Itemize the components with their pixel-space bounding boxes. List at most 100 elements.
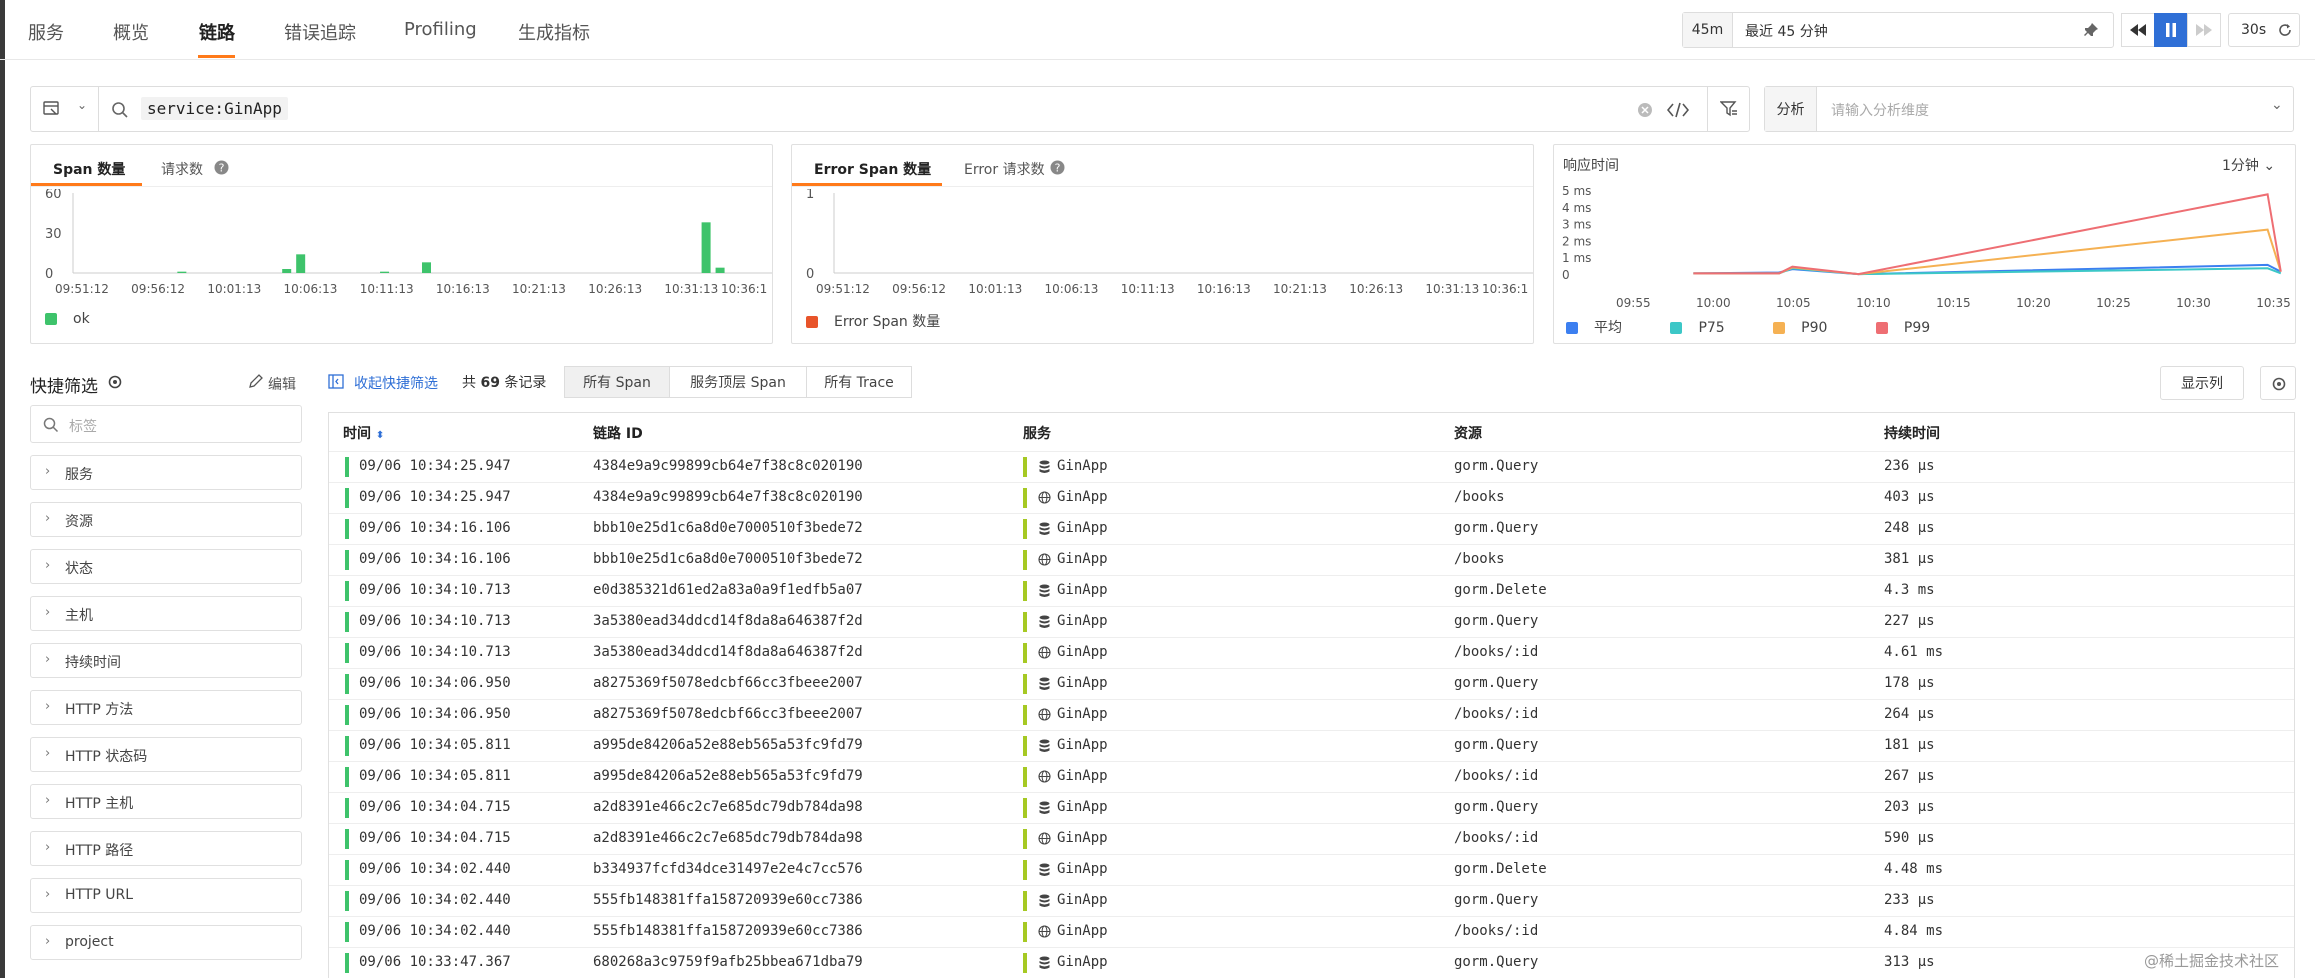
collapse-filters-button[interactable]: 收起快捷筛选 xyxy=(354,373,438,393)
table-row[interactable]: 09/06 10:34:16.106 bbb10e25d1c6a8d0e70005… xyxy=(329,544,2294,575)
tab-profiling[interactable]: Profiling xyxy=(404,19,477,40)
filter-item-duration[interactable]: › 持续时间 xyxy=(30,643,302,678)
table-row[interactable]: 09/06 10:34:10.713 3a5380ead34ddcd14f8da8… xyxy=(329,637,2294,668)
cell-service[interactable]: GinApp xyxy=(1057,675,1108,691)
segment-all-trace[interactable]: 所有 Trace xyxy=(806,366,912,398)
tab-error-tracking[interactable]: 错误追踪 xyxy=(284,19,356,45)
cell-trace-id[interactable]: 4384e9a9c99899cb64e7f38c8c020190 xyxy=(593,458,863,474)
filter-item-http-url[interactable]: › HTTP URL xyxy=(30,878,302,913)
cell-trace-id[interactable]: bbb10e25d1c6a8d0e7000510f3bede72 xyxy=(593,520,863,536)
table-row[interactable]: 09/06 10:34:05.811 a995de84206a52e88eb565… xyxy=(329,730,2294,761)
forward-button[interactable] xyxy=(2187,13,2221,47)
table-row[interactable]: 09/06 10:33:47.367 680268a3c9759f9afb25bb… xyxy=(329,947,2294,978)
cell-service[interactable]: GinApp xyxy=(1057,520,1108,536)
tab-span-count[interactable]: Span 数量 xyxy=(53,159,125,179)
filter-item-status[interactable]: › 状态 xyxy=(30,549,302,584)
chevron-down-icon[interactable]: ⌄ xyxy=(2271,97,2283,113)
table-row[interactable]: 09/06 10:34:10.713 3a5380ead34ddcd14f8da8… xyxy=(329,606,2294,637)
help-icon[interactable]: ? xyxy=(1050,160,1065,175)
show-columns-button[interactable]: 显示列 xyxy=(2160,366,2244,400)
pause-button[interactable] xyxy=(2154,13,2188,47)
time-range-picker[interactable]: 45m 最近 45 分钟 xyxy=(1682,12,2114,48)
cell-service[interactable]: GinApp xyxy=(1057,892,1108,908)
table-settings-button[interactable] xyxy=(2260,366,2296,400)
legend-item-p99[interactable]: P99 xyxy=(1875,320,1930,336)
filter-item-http-status[interactable]: › HTTP 状态码 xyxy=(30,737,302,772)
tab-error-request-count[interactable]: Error 请求数 xyxy=(964,159,1045,179)
code-icon[interactable] xyxy=(1667,101,1689,119)
tab-generate-metrics[interactable]: 生成指标 xyxy=(518,19,590,45)
tab-services[interactable]: 服务 xyxy=(28,19,64,45)
filter-item-host[interactable]: › 主机 xyxy=(30,596,302,631)
legend-item-error-span[interactable]: Error Span 数量 xyxy=(806,311,940,331)
cell-service[interactable]: GinApp xyxy=(1057,582,1108,598)
segment-all-span[interactable]: 所有 Span xyxy=(564,366,670,398)
cell-service[interactable]: GinApp xyxy=(1057,706,1108,722)
cell-service[interactable]: GinApp xyxy=(1057,458,1108,474)
cell-trace-id[interactable]: 680268a3c9759f9afb25bbea671dba79 xyxy=(593,954,863,970)
analysis-dimension-input[interactable]: 请输入分析维度 xyxy=(1831,100,1929,120)
column-header-service[interactable]: 服务 xyxy=(1023,423,1051,443)
query-mode-select[interactable]: ⌄ xyxy=(31,87,99,131)
table-row[interactable]: 09/06 10:34:16.106 bbb10e25d1c6a8d0e70005… xyxy=(329,513,2294,544)
table-row[interactable]: 09/06 10:34:02.440 555fb148381ffa15872093… xyxy=(329,916,2294,947)
cell-trace-id[interactable]: 555fb148381ffa158720939e60cc7386 xyxy=(593,892,863,908)
cell-service[interactable]: GinApp xyxy=(1057,613,1108,629)
cell-service[interactable]: GinApp xyxy=(1057,768,1108,784)
filter-item-http-host[interactable]: › HTTP 主机 xyxy=(30,784,302,819)
column-header-duration[interactable]: 持续时间 xyxy=(1884,423,1940,443)
table-row[interactable]: 09/06 10:34:25.947 4384e9a9c99899cb64e7f3… xyxy=(329,451,2294,482)
cell-trace-id[interactable]: bbb10e25d1c6a8d0e7000510f3bede72 xyxy=(593,551,863,567)
cell-service[interactable]: GinApp xyxy=(1057,923,1108,939)
table-row[interactable]: 09/06 10:34:10.713 e0d385321d61ed2a83a0a9… xyxy=(329,575,2294,606)
tab-overview[interactable]: 概览 xyxy=(113,19,149,45)
cell-service[interactable]: GinApp xyxy=(1057,861,1108,877)
tab-error-span-count[interactable]: Error Span 数量 xyxy=(814,159,931,179)
legend-item-p75[interactable]: P75 xyxy=(1670,320,1725,336)
rewind-button[interactable] xyxy=(2121,13,2155,47)
cell-trace-id[interactable]: a8275369f5078edcbf66cc3fbeee2007 xyxy=(593,675,863,691)
cell-service[interactable]: GinApp xyxy=(1057,644,1108,660)
filter-search-input[interactable]: 标签 xyxy=(30,405,302,443)
table-row[interactable]: 09/06 10:34:25.947 4384e9a9c99899cb64e7f3… xyxy=(329,482,2294,513)
tab-request-count[interactable]: 请求数 xyxy=(161,159,203,179)
cell-service[interactable]: GinApp xyxy=(1057,737,1108,753)
table-row[interactable]: 09/06 10:34:05.811 a995de84206a52e88eb565… xyxy=(329,761,2294,792)
table-row[interactable]: 09/06 10:34:02.440 555fb148381ffa15872093… xyxy=(329,885,2294,916)
table-row[interactable]: 09/06 10:34:04.715 a2d8391e466c2c7e685dc7… xyxy=(329,823,2294,854)
legend-item-ok[interactable]: ok xyxy=(45,311,90,327)
legend-item-p90[interactable]: P90 xyxy=(1773,320,1827,336)
help-icon[interactable]: ? xyxy=(214,160,229,175)
cell-trace-id[interactable]: 3a5380ead34ddcd14f8da8a646387f2d xyxy=(593,644,863,660)
filter-item-http-path[interactable]: › HTTP 路径 xyxy=(30,831,302,866)
cell-trace-id[interactable]: 3a5380ead34ddcd14f8da8a646387f2d xyxy=(593,613,863,629)
gear-icon[interactable] xyxy=(106,373,124,391)
table-row[interactable]: 09/06 10:34:04.715 a2d8391e466c2c7e685dc7… xyxy=(329,792,2294,823)
legend-item-avg[interactable]: 平均 xyxy=(1566,320,1622,336)
table-row[interactable]: 09/06 10:34:06.950 a8275369f5078edcbf66cc… xyxy=(329,668,2294,699)
table-row[interactable]: 09/06 10:34:02.440 b334937fcfd34dce31497e… xyxy=(329,854,2294,885)
cell-service[interactable]: GinApp xyxy=(1057,799,1108,815)
column-header-time[interactable]: 时间 ⬍ xyxy=(343,423,384,443)
query-token[interactable]: service:GinApp xyxy=(141,97,288,120)
cell-service[interactable]: GinApp xyxy=(1057,954,1108,970)
filter-item-project[interactable]: › project xyxy=(30,925,302,960)
filter-item-service[interactable]: › 服务 xyxy=(30,455,302,490)
column-header-trace-id[interactable]: 链路 ID xyxy=(593,423,643,443)
interval-select[interactable]: 1分钟 ⌄ xyxy=(2222,155,2275,175)
cell-trace-id[interactable]: 4384e9a9c99899cb64e7f38c8c020190 xyxy=(593,489,863,505)
cell-trace-id[interactable]: b334937fcfd34dce31497e2e4c7cc576 xyxy=(593,861,863,877)
filter-item-http-method[interactable]: › HTTP 方法 xyxy=(30,690,302,725)
cell-service[interactable]: GinApp xyxy=(1057,489,1108,505)
cell-trace-id[interactable]: a995de84206a52e88eb565a53fc9fd79 xyxy=(593,737,863,753)
cell-trace-id[interactable]: a2d8391e466c2c7e685dc79db784da98 xyxy=(593,799,863,815)
column-header-resource[interactable]: 资源 xyxy=(1454,423,1482,443)
cell-trace-id[interactable]: 555fb148381ffa158720939e60cc7386 xyxy=(593,923,863,939)
edit-filters-button[interactable]: 编辑 xyxy=(268,374,296,394)
cell-trace-id[interactable]: a995de84206a52e88eb565a53fc9fd79 xyxy=(593,768,863,784)
pin-icon[interactable] xyxy=(2083,22,2099,38)
table-row[interactable]: 09/06 10:34:06.950 a8275369f5078edcbf66cc… xyxy=(329,699,2294,730)
cell-trace-id[interactable]: e0d385321d61ed2a83a0a9f1edfb5a07 xyxy=(593,582,863,598)
auto-refresh-control[interactable]: 30s xyxy=(2228,13,2300,47)
cell-service[interactable]: GinApp xyxy=(1057,830,1108,846)
